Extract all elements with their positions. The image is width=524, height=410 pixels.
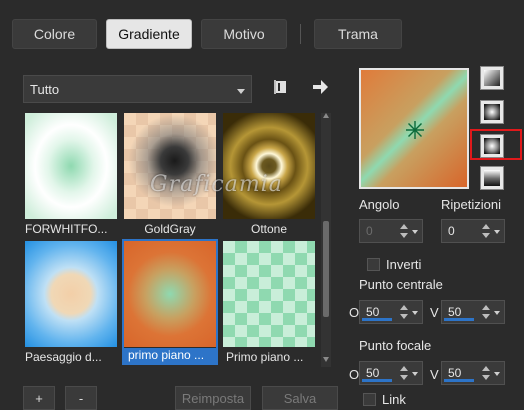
save-button[interactable]: Salva — [262, 386, 338, 410]
stepper-arrows-icon[interactable] — [482, 303, 490, 321]
gradient-swatch[interactable] — [25, 241, 117, 347]
center-o-value: 50 — [366, 305, 380, 319]
repeats-value: 0 — [448, 224, 455, 238]
tab-label: Gradiente — [118, 26, 180, 42]
tab-trama[interactable]: Trama — [314, 19, 402, 49]
gradient-label: Ottone — [250, 222, 288, 236]
center-v-field[interactable]: 50 — [441, 300, 505, 324]
angle-label: Angolo — [359, 197, 400, 212]
gradient-label: Paesaggio d... — [25, 350, 102, 364]
angle-field[interactable]: 0 — [359, 219, 423, 243]
gradient-label: FORWHITFO... — [25, 222, 108, 236]
focal-v-label: V — [430, 367, 439, 382]
focal-o-bar — [362, 379, 392, 382]
gradient-swatch[interactable] — [25, 113, 117, 219]
arrow-right-icon[interactable] — [308, 76, 332, 98]
stepper-arrows-icon[interactable] — [482, 222, 490, 240]
center-v-bar — [444, 318, 474, 321]
gradient-label-selected: primo piano ... — [124, 348, 216, 364]
remove-label: - — [78, 390, 84, 406]
tab-gradiente[interactable]: Gradiente — [106, 19, 192, 49]
stepper-arrows-icon[interactable] — [400, 222, 408, 240]
tab-divider — [300, 24, 301, 44]
category-dropdown[interactable]: Tutto — [23, 75, 252, 103]
gradient-preview[interactable] — [359, 68, 469, 189]
chevron-down-icon[interactable] — [494, 311, 500, 315]
focal-v-field[interactable]: 50 — [441, 361, 505, 385]
save-label: Salva — [283, 390, 317, 406]
scroll-down-icon[interactable] — [323, 357, 329, 362]
gradient-swatch[interactable] — [223, 241, 315, 347]
gradient-label: Primo piano ... — [226, 350, 304, 364]
angle-value: 0 — [366, 224, 373, 238]
focal-o-label: O — [349, 367, 360, 382]
scroll-thumb[interactable] — [323, 221, 329, 317]
focal-v-value: 50 — [448, 366, 462, 380]
gradient-swatch-selected[interactable] — [124, 241, 216, 347]
chevron-down-icon[interactable] — [412, 372, 418, 376]
invert-label: Inverti — [386, 257, 422, 272]
add-button[interactable]: + — [23, 386, 55, 410]
focal-point-label: Punto focale — [359, 338, 432, 353]
gradient-label: GoldGray — [144, 222, 196, 236]
focal-v-bar — [444, 379, 474, 382]
gradient-grid: FORWHITFO... GoldGray Ottone Paesaggio d… — [23, 113, 315, 367]
stepper-arrows-icon[interactable] — [400, 364, 408, 382]
tab-colore[interactable]: Colore — [12, 19, 97, 49]
tab-label: Colore — [33, 26, 76, 42]
link-checkbox[interactable] — [363, 393, 376, 406]
center-o-label: O — [349, 305, 360, 320]
chevron-down-icon[interactable] — [412, 230, 418, 234]
focal-o-field[interactable]: 50 — [359, 361, 423, 385]
scrollbar[interactable] — [321, 113, 331, 367]
reset-button[interactable]: Reimposta — [175, 386, 251, 410]
stepper-arrows-icon[interactable] — [482, 364, 490, 382]
linear-style-button[interactable] — [480, 66, 504, 90]
center-point-icon[interactable] — [405, 120, 425, 140]
repeats-label: Ripetizioni — [441, 197, 501, 212]
library-icon[interactable] — [270, 76, 292, 98]
chevron-down-icon[interactable] — [494, 230, 500, 234]
tab-motivo[interactable]: Motivo — [201, 19, 287, 49]
center-v-label: V — [430, 305, 439, 320]
category-selected: Tutto — [30, 81, 60, 97]
center-o-bar — [362, 318, 392, 321]
focal-o-value: 50 — [366, 366, 380, 380]
repeats-field[interactable]: 0 — [441, 219, 505, 243]
center-point-label: Punto centrale — [359, 277, 443, 292]
center-v-value: 50 — [448, 305, 462, 319]
stepper-arrows-icon[interactable] — [400, 303, 408, 321]
tab-label: Motivo — [223, 26, 265, 42]
rectangular-style-button[interactable] — [480, 100, 504, 124]
chevron-down-icon[interactable] — [494, 372, 500, 376]
scroll-up-icon[interactable] — [323, 113, 329, 118]
tab-label: Trama — [338, 26, 378, 42]
watermark-text: Graficamia — [150, 172, 283, 197]
link-label: Link — [382, 392, 406, 407]
chevron-down-icon[interactable] — [412, 311, 418, 315]
invert-checkbox[interactable] — [367, 258, 380, 271]
remove-button[interactable]: - — [65, 386, 97, 410]
center-o-field[interactable]: 50 — [359, 300, 423, 324]
reset-label: Reimposta — [181, 390, 245, 406]
chevron-down-icon — [237, 89, 245, 94]
sunburst-style-button[interactable] — [480, 166, 504, 190]
highlight-box — [470, 129, 522, 160]
add-label: + — [35, 390, 43, 406]
